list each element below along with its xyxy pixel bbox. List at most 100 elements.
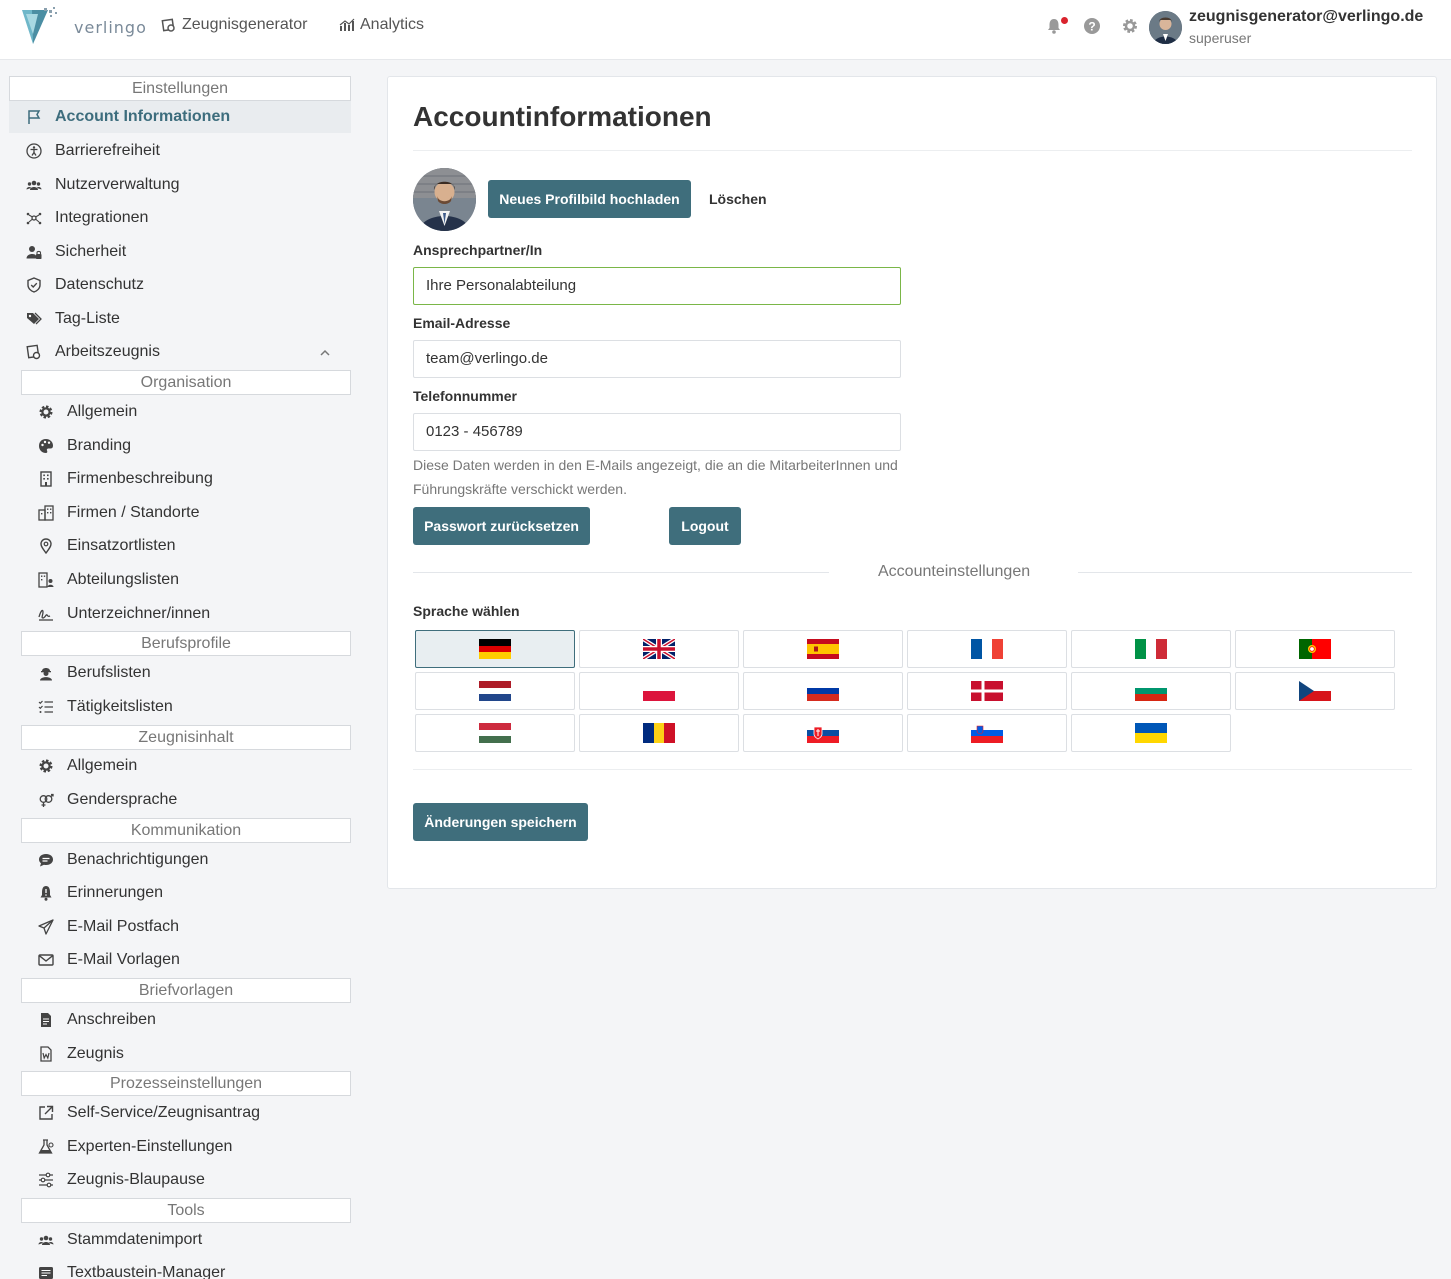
sidebar-item-stammdatenimport[interactable]: Stammdatenimport	[21, 1224, 351, 1256]
sidebar-item-label: Firmen / Standorte	[67, 504, 200, 521]
sidebar-item-unterzeichner[interactable]: Unterzeichner/innen	[21, 598, 351, 630]
logout-button[interactable]: Logout	[669, 507, 741, 545]
worker-icon	[37, 664, 55, 682]
sidebar-item-nutzerverwaltung[interactable]: Nutzerverwaltung	[9, 169, 351, 201]
sidebar-item-branding[interactable]: Branding	[21, 430, 351, 462]
sidebar-item-zeugnis-blaupause[interactable]: Zeugnis-Blaupause	[21, 1164, 351, 1196]
sidebar-item-label: Account Informationen	[55, 108, 231, 125]
language-option-nl[interactable]	[415, 672, 575, 710]
palette-icon	[37, 437, 55, 455]
upload-profile-picture-button[interactable]: Neues Profilbild hochladen	[488, 180, 691, 218]
checklist-icon	[37, 698, 55, 716]
language-option-ru[interactable]	[743, 672, 903, 710]
gear-icon[interactable]	[1121, 17, 1139, 35]
sidebar-item-label: Allgemein	[67, 757, 138, 774]
nav-zeugnisgenerator[interactable]: Zeugnisgenerator	[161, 16, 307, 34]
sidebar-item-label: Self-Service/Zeugnisantrag	[67, 1104, 260, 1121]
language-option-bg[interactable]	[1071, 672, 1231, 710]
sidebar-item-allgemein[interactable]: Allgemein	[21, 396, 351, 428]
email-input[interactable]: team@verlingo.de	[413, 340, 901, 378]
certificate-icon	[161, 18, 175, 32]
language-option-cz[interactable]	[1235, 672, 1395, 710]
sidebar-item-firmen-standorte[interactable]: Firmen / Standorte	[21, 497, 351, 529]
sidebar-item-abteilungslisten[interactable]: Abteilungslisten	[21, 564, 351, 596]
user-email[interactable]: zeugnisgenerator@verlingo.de	[1189, 8, 1423, 26]
language-option-ua[interactable]	[1071, 714, 1231, 752]
save-changes-button[interactable]: Änderungen speichern	[413, 803, 588, 841]
document-icon	[37, 1011, 55, 1029]
contact-label: Ansprechpartner/In	[413, 242, 543, 258]
certificate-icon	[25, 343, 43, 361]
accessibility-icon	[25, 142, 43, 160]
section-header-zeugnisinhalt: Zeugnisinhalt	[21, 725, 351, 750]
help-icon[interactable]: ?	[1083, 17, 1101, 35]
language-option-sk[interactable]	[743, 714, 903, 752]
sidebar-item-benachrichtigungen[interactable]: Benachrichtigungen	[21, 844, 351, 876]
sidebar-item-experten-einstellungen[interactable]: Experten-Einstellungen	[21, 1131, 351, 1163]
sidebar-item-arbeitszeugnis[interactable]: Arbeitszeugnis	[9, 336, 351, 368]
contact-input[interactable]: Ihre Personalabteilung	[413, 267, 901, 305]
language-option-de[interactable]	[415, 630, 575, 668]
language-option-dk[interactable]	[907, 672, 1067, 710]
sidebar-item-allgemein-inhalt[interactable]: Allgemein	[21, 750, 351, 782]
sidebar-item-self-service[interactable]: Self-Service/Zeugnisantrag	[21, 1097, 351, 1129]
sidebar-item-datenschutz[interactable]: Datenschutz	[9, 269, 351, 301]
section-header-briefvorlagen: Briefvorlagen	[21, 978, 351, 1003]
sidebar-item-email-postfach[interactable]: E-Mail Postfach	[21, 911, 351, 943]
russia-flag-icon	[807, 681, 839, 701]
sidebar-item-textbaustein-manager[interactable]: Textbaustein-Manager	[21, 1257, 351, 1279]
sidebar-item-label: Zeugnis	[67, 1045, 124, 1062]
language-option-es[interactable]	[743, 630, 903, 668]
portugal-flag-icon	[1299, 639, 1331, 659]
italy-flag-icon	[1135, 639, 1167, 659]
verlingo-logo[interactable]: verlingo	[20, 6, 146, 46]
sidebar-item-label: Anschreiben	[67, 1011, 156, 1028]
language-label: Sprache wählen	[413, 603, 520, 619]
sidebar-item-account-informationen[interactable]: Account Informationen	[9, 101, 351, 133]
sidebar-item-barrierefreiheit[interactable]: Barrierefreiheit	[9, 135, 351, 167]
sidebar-item-zeugnis[interactable]: Zeugnis	[21, 1038, 351, 1070]
account-settings-divider: Accounteinstellungen	[878, 563, 1031, 580]
sidebar-item-gendersprache[interactable]: Gendersprache	[21, 784, 351, 816]
sidebar-item-einsatzortlisten[interactable]: Einsatzortlisten	[21, 530, 351, 562]
delete-picture-button[interactable]: Löschen	[709, 191, 767, 207]
sidebar-item-integrationen[interactable]: Integrationen	[9, 202, 351, 234]
language-option-pl[interactable]	[579, 672, 739, 710]
nav-analytics[interactable]: Analytics	[339, 16, 424, 34]
romania-flag-icon	[643, 723, 675, 743]
external-link-icon	[37, 1104, 55, 1122]
language-option-it[interactable]	[1071, 630, 1231, 668]
phone-label: Telefonnummer	[413, 388, 517, 404]
phone-input[interactable]: 0123 - 456789	[413, 413, 901, 451]
profile-photo-icon	[413, 168, 476, 231]
sidebar-item-berufslisten[interactable]: Berufslisten	[21, 657, 351, 689]
language-option-ro[interactable]	[579, 714, 739, 752]
sidebar-item-firmenbeschreibung[interactable]: Firmenbeschreibung	[21, 463, 351, 495]
language-option-fr[interactable]	[907, 630, 1067, 668]
sidebar-item-erinnerungen[interactable]: Erinnerungen	[21, 877, 351, 909]
language-option-hu[interactable]	[415, 714, 575, 752]
section-header-tools: Tools	[21, 1198, 351, 1223]
chevron-up-icon[interactable]	[318, 346, 332, 360]
sidebar-item-email-vorlagen[interactable]: E-Mail Vorlagen	[21, 944, 351, 976]
sidebar-item-label: Abteilungslisten	[67, 571, 180, 588]
sidebar-item-label: Sicherheit	[55, 243, 127, 260]
denmark-flag-icon	[971, 681, 1003, 701]
divider	[413, 150, 1412, 151]
integrations-icon	[25, 209, 43, 227]
notification-dot	[1061, 17, 1068, 24]
reset-password-button[interactable]: Passwort zurücksetzen	[413, 507, 590, 545]
language-option-pt[interactable]	[1235, 630, 1395, 668]
user-lock-icon	[25, 243, 43, 261]
sidebar-item-anschreiben[interactable]: Anschreiben	[21, 1004, 351, 1036]
sidebar-item-label: Stammdatenimport	[67, 1231, 203, 1248]
sidebar-item-label: Branding	[67, 437, 132, 454]
sidebar-item-tag-liste[interactable]: Tag-Liste	[9, 303, 351, 335]
signature-icon	[37, 605, 55, 623]
avatar[interactable]	[1149, 11, 1182, 44]
language-option-si[interactable]	[907, 714, 1067, 752]
sidebar-item-sicherheit[interactable]: Sicherheit	[9, 236, 351, 268]
sidebar-item-taetigkeitslisten[interactable]: Tätigkeitslisten	[21, 691, 351, 723]
language-option-en[interactable]	[579, 630, 739, 668]
sidebar: Einstellungen Account Informationen Barr…	[0, 60, 360, 1279]
